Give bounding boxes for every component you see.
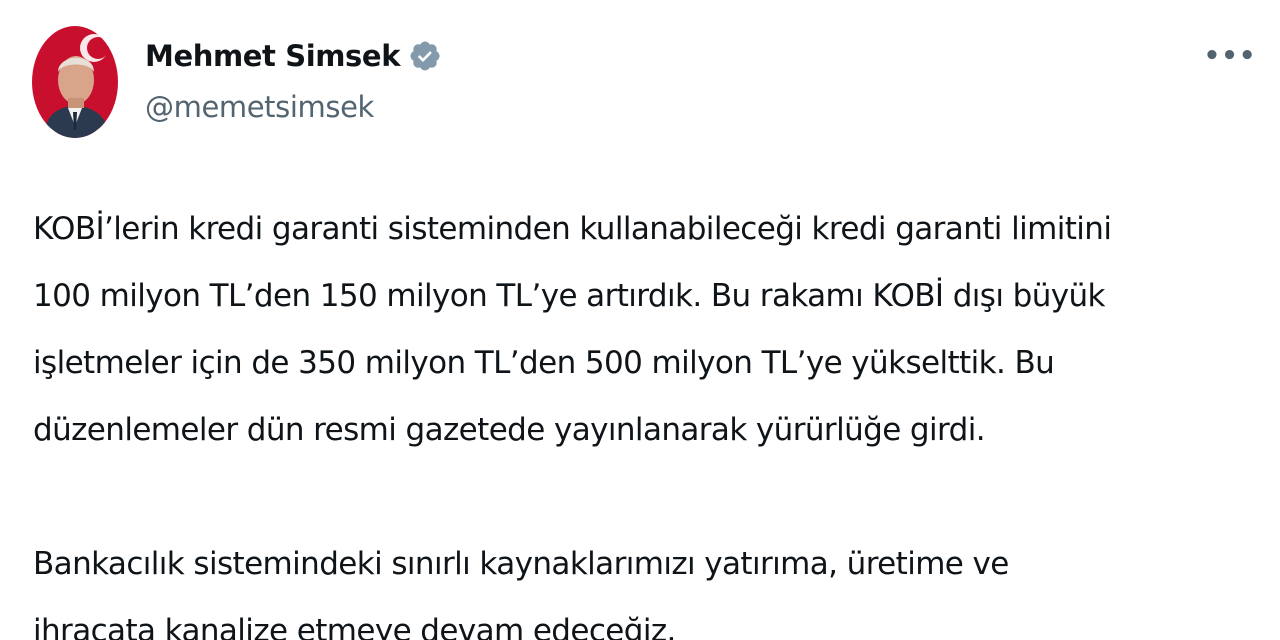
author-display-name[interactable]: Mehmet Simsek xyxy=(145,39,400,73)
author-handle[interactable]: @memetsimsek xyxy=(145,90,374,124)
verified-badge-icon xyxy=(408,39,442,73)
more-options-button[interactable]: ••• xyxy=(1204,34,1256,78)
more-options-icon: ••• xyxy=(1203,41,1257,71)
tweet-paragraph: KOBİ’lerin kredi garanti sisteminden kul… xyxy=(33,211,1112,448)
author-name-row: Mehmet Simsek xyxy=(145,36,442,76)
profile-photo xyxy=(32,26,118,138)
avatar[interactable] xyxy=(32,26,118,138)
tweet-text: KOBİ’lerin kredi garanti sisteminden kul… xyxy=(33,196,1263,640)
tweet-card: Mehmet Simsek @memetsimsek ••• KOBİ’leri… xyxy=(0,0,1280,640)
tweet-paragraph: Bankacılık sistemindeki sınırlı kaynakla… xyxy=(33,546,1009,640)
